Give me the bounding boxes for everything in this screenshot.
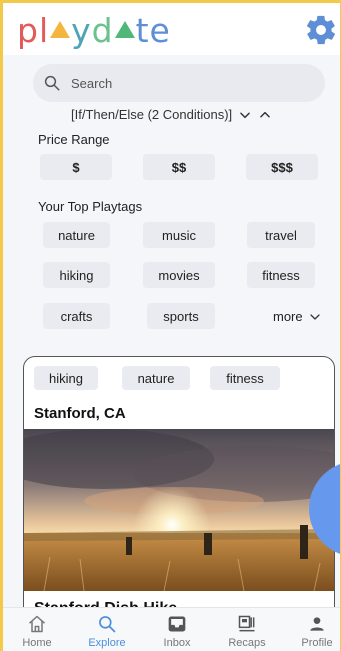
search-icon xyxy=(99,616,116,633)
logo-triangle-icon xyxy=(50,21,71,38)
card-tag-hiking[interactable]: hiking xyxy=(34,366,98,390)
profile-icon xyxy=(310,617,324,631)
playtag-movies[interactable]: movies xyxy=(143,262,215,288)
condition-filter[interactable]: [If/Then/Else (2 Conditions)] xyxy=(71,107,272,122)
playdate-logo: pl yd te xyxy=(17,7,171,55)
price-chip-mid[interactable]: $$ xyxy=(143,154,215,180)
card-tag-fitness[interactable]: fitness xyxy=(210,366,280,390)
playtag-hiking[interactable]: hiking xyxy=(43,262,110,288)
inbox-icon xyxy=(168,616,186,632)
playdate-card[interactable]: hiking nature fitness Stanford, CA xyxy=(23,356,335,626)
search-bar[interactable] xyxy=(33,64,325,102)
nav-item-profile[interactable]: Profile xyxy=(287,614,340,649)
nav-item-home[interactable]: Home xyxy=(7,614,67,649)
gear-icon[interactable] xyxy=(304,13,338,47)
playtags-title: Your Top Playtags xyxy=(38,199,143,214)
more-playtags-button[interactable]: more xyxy=(273,309,321,324)
search-input[interactable] xyxy=(71,75,301,91)
chevron-up-icon[interactable] xyxy=(258,108,272,122)
app-header: pl yd te xyxy=(3,3,340,55)
price-chip-high[interactable]: $$$ xyxy=(246,154,318,180)
card-photo xyxy=(24,429,334,591)
price-range-title: Price Range xyxy=(38,132,110,147)
playtag-crafts[interactable]: crafts xyxy=(43,303,110,329)
card-location: Stanford, CA xyxy=(34,405,126,422)
search-icon xyxy=(44,75,60,91)
nav-item-explore[interactable]: Explore xyxy=(77,614,137,649)
playtag-sports[interactable]: sports xyxy=(147,303,215,329)
app-frame: plydte [If/Then/Else (2 Conditions)] Pri… xyxy=(0,0,341,651)
playtag-travel[interactable]: travel xyxy=(247,222,315,248)
bottom-navigation: Home Explore Inbox Recaps Profile xyxy=(3,607,340,651)
logo-triangle-icon xyxy=(114,21,135,38)
more-label: more xyxy=(273,309,303,324)
chevron-down-icon xyxy=(310,313,320,320)
nav-label: Recaps xyxy=(228,637,266,649)
logo-part: pl xyxy=(17,11,50,50)
playtag-music[interactable]: music xyxy=(143,222,215,248)
chevron-down-icon[interactable] xyxy=(238,108,252,122)
logo-part: te xyxy=(135,11,171,50)
playtag-nature[interactable]: nature xyxy=(43,222,110,248)
nav-item-recaps[interactable]: Recaps xyxy=(217,614,277,649)
condition-label: [If/Then/Else (2 Conditions)] xyxy=(71,107,233,122)
home-icon xyxy=(29,615,45,633)
playtag-fitness[interactable]: fitness xyxy=(247,262,315,288)
recaps-icon xyxy=(238,615,255,632)
nav-item-inbox[interactable]: Inbox xyxy=(147,614,207,649)
nav-label: Profile xyxy=(301,637,333,649)
logo-part: d xyxy=(91,11,114,50)
nav-label: Explore xyxy=(88,637,126,649)
nav-label: Inbox xyxy=(163,637,191,649)
nav-label: Home xyxy=(22,637,52,649)
card-tag-nature[interactable]: nature xyxy=(122,366,190,390)
price-chip-low[interactable]: $ xyxy=(40,154,112,180)
logo-part: y xyxy=(71,11,92,50)
